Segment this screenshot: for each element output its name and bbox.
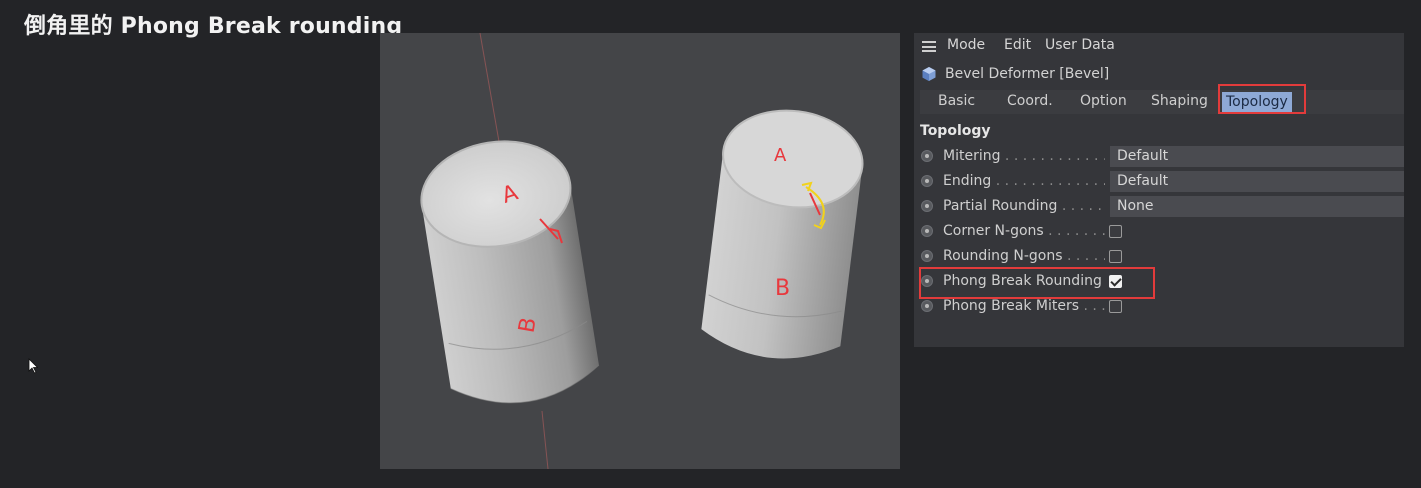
label-dots: . . . . . .: [1061, 198, 1105, 214]
y-axis-line: [479, 33, 502, 154]
property-label: Rounding N-gons: [943, 248, 1063, 264]
animate-radio-icon[interactable]: [921, 275, 933, 287]
animate-radio-icon[interactable]: [921, 250, 933, 262]
property-label: Phong Break Miters: [943, 298, 1080, 314]
menu-user-data[interactable]: User Data: [1045, 37, 1115, 53]
property-label: Ending: [943, 173, 992, 189]
section-title: Topology: [920, 123, 991, 139]
tab-topology[interactable]: Topology: [1222, 92, 1292, 112]
bevel-deformer-icon: [922, 67, 936, 81]
corner-ngons-checkbox[interactable]: [1109, 225, 1122, 238]
animate-radio-icon[interactable]: [921, 175, 933, 187]
property-phong-break-rounding: Phong Break Rounding: [914, 270, 1404, 294]
phong-break-miters-checkbox[interactable]: [1109, 300, 1122, 313]
3d-viewport[interactable]: A B A B: [380, 33, 900, 469]
mitering-dropdown[interactable]: Default: [1110, 146, 1404, 167]
rounding-ngons-checkbox[interactable]: [1109, 250, 1122, 263]
property-partial-rounding: Partial Rounding . . . . . . None: [914, 195, 1404, 219]
ending-dropdown[interactable]: Default: [1110, 171, 1404, 192]
viewport-scene: A B A B: [420, 33, 864, 469]
y-axis-line-lower: [541, 410, 549, 469]
menu-mode[interactable]: Mode: [947, 37, 985, 53]
object-header: Bevel Deformer [Bevel]: [914, 61, 1404, 85]
label-dots: . . . . . . . .: [1048, 223, 1105, 239]
property-phong-break-miters: Phong Break Miters . . . .: [914, 295, 1404, 319]
label-dots: . . . . . . . . . . . . .: [1000, 148, 1105, 164]
animate-radio-icon[interactable]: [921, 300, 933, 312]
left-cylinder: [420, 140, 600, 404]
label-dots: . . . .: [1083, 298, 1105, 314]
animate-radio-icon[interactable]: [921, 150, 933, 162]
animate-radio-icon[interactable]: [921, 225, 933, 237]
menu-bar: Mode Edit User Data: [914, 33, 1404, 59]
right-label-b: B: [775, 276, 790, 301]
property-label: Phong Break Rounding: [943, 273, 1102, 289]
property-mitering: Mitering . . . . . . . . . . . . . Defau…: [914, 145, 1404, 169]
property-ending: Ending . . . . . . . . . . . . . . Defau…: [914, 170, 1404, 194]
phong-break-rounding-checkbox[interactable]: [1109, 275, 1122, 288]
label-dots: . . . . . . . . . . . . . .: [991, 173, 1105, 189]
hamburger-menu-icon[interactable]: [922, 41, 936, 52]
mouse-cursor-icon: [28, 358, 38, 374]
tab-shaping[interactable]: Shaping: [1151, 93, 1208, 109]
object-name: Bevel Deformer [Bevel]: [945, 66, 1110, 82]
tab-basic[interactable]: Basic: [938, 93, 975, 109]
right-label-a: A: [774, 145, 787, 166]
menu-edit[interactable]: Edit: [1004, 37, 1031, 53]
property-label: Corner N-gons: [943, 223, 1044, 239]
property-rounding-ngons: Rounding N-gons . . . . . .: [914, 245, 1404, 269]
right-cylinder: [701, 109, 864, 359]
property-label: Partial Rounding: [943, 198, 1058, 214]
label-dots: . . . . . .: [1066, 248, 1105, 264]
tab-option[interactable]: Option: [1080, 93, 1127, 109]
slide-title: 倒角里的 Phong Break rounding: [24, 14, 403, 39]
property-corner-ngons: Corner N-gons . . . . . . . .: [914, 220, 1404, 244]
partial-rounding-dropdown[interactable]: None: [1110, 196, 1404, 217]
tab-bar: Basic Coord. Option Shaping Topology: [920, 84, 1404, 114]
tab-coord[interactable]: Coord.: [1007, 93, 1053, 109]
animate-radio-icon[interactable]: [921, 200, 933, 212]
property-label: Mitering: [943, 148, 1001, 164]
attribute-panel: Mode Edit User Data Bevel Deformer [Beve…: [914, 33, 1404, 347]
